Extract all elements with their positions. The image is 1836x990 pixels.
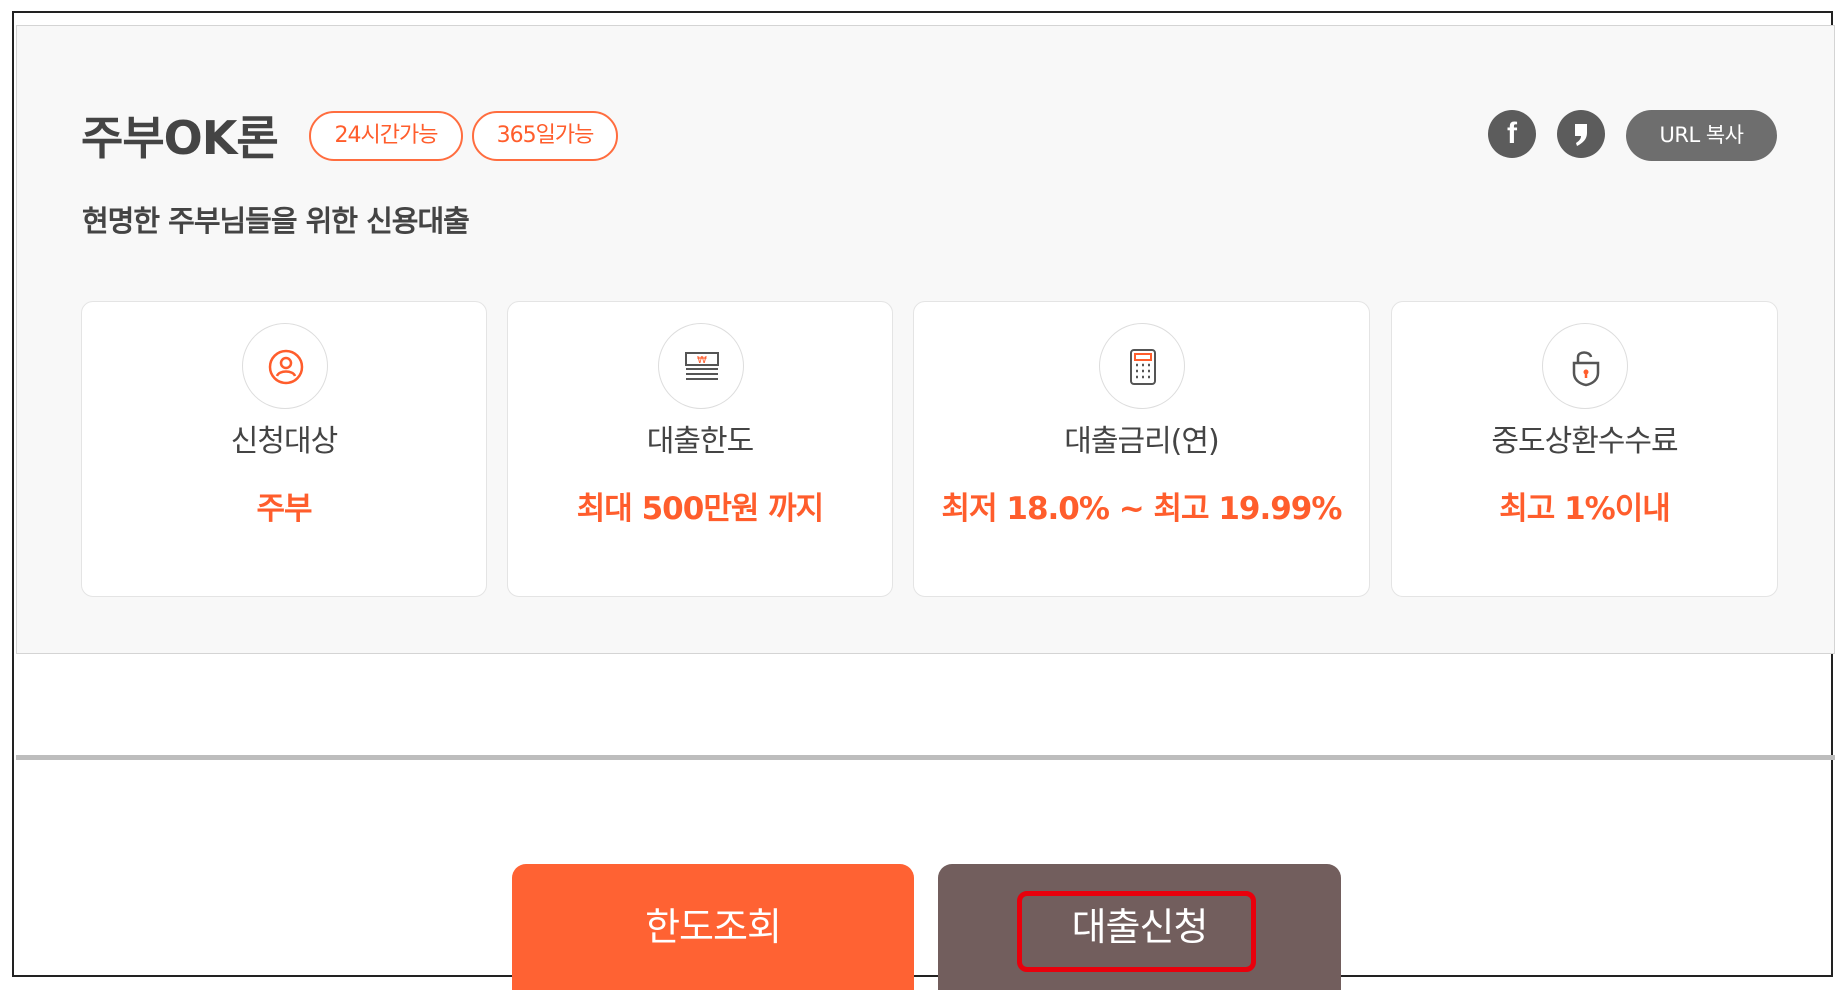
apply-button-highlight <box>1017 891 1256 972</box>
info-card-limit: ₩ 대출한도 최대 500만원 까지 <box>507 301 893 597</box>
section-divider <box>16 755 1835 760</box>
card-label: 중도상환수수료 <box>1491 424 1678 459</box>
facebook-share-icon[interactable]: f <box>1488 110 1536 158</box>
card-label: 신청대상 <box>230 424 338 459</box>
badge-24h: 24시간가능 <box>309 111 463 161</box>
user-icon <box>242 323 328 409</box>
product-subtitle: 현명한 주부님들을 위한 신용대출 <box>82 204 470 238</box>
url-copy-button[interactable]: URL 복사 <box>1626 110 1777 161</box>
product-title: 주부OK론 <box>81 111 279 165</box>
info-card-fee: 중도상환수수료 최고 1%이내 <box>1391 301 1778 597</box>
card-label: 대출한도 <box>646 424 754 459</box>
card-label: 대출금리(연) <box>1064 424 1219 459</box>
badge-365: 365일가능 <box>472 111 618 161</box>
lock-icon <box>1542 323 1628 409</box>
limit-check-button[interactable]: 한도조회 <box>512 864 914 990</box>
calculator-icon <box>1099 323 1185 409</box>
card-value: 최저 18.0% ~ 최고 19.99% <box>941 491 1343 527</box>
money-icon: ₩ <box>658 323 744 409</box>
card-value: 최대 500만원 까지 <box>576 491 824 527</box>
card-value: 최고 1%이내 <box>1499 491 1671 527</box>
product-panel: 주부OK론 24시간가능 365일가능 f URL 복사 현명한 주부님들을 위… <box>16 25 1835 654</box>
svg-text:₩: ₩ <box>697 355 707 366</box>
info-card-target: 신청대상 주부 <box>81 301 487 597</box>
kakaostory-share-icon[interactable] <box>1557 110 1605 158</box>
card-value: 주부 <box>256 491 312 527</box>
info-card-rate: 대출금리(연) 최저 18.0% ~ 최고 19.99% <box>913 301 1370 597</box>
page-frame: 주부OK론 24시간가능 365일가능 f URL 복사 현명한 주부님들을 위… <box>12 11 1835 990</box>
